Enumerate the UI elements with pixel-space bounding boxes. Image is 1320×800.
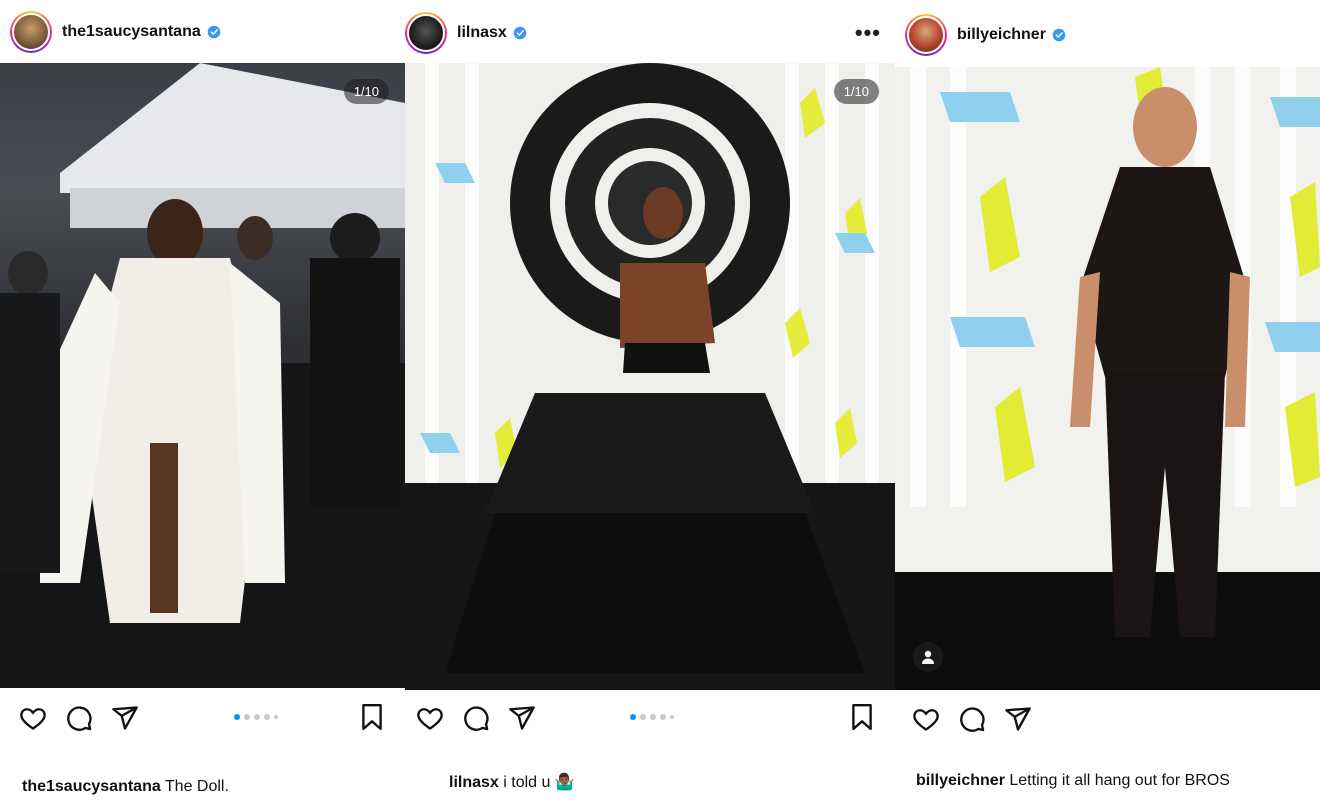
more-options-button[interactable]: ••• xyxy=(855,20,881,46)
photo-illustration xyxy=(405,63,895,690)
post-caption: billyeichner Letting it all hang out for… xyxy=(916,772,1230,790)
username[interactable]: the1saucysantana xyxy=(62,23,201,41)
carousel-dot xyxy=(244,714,250,720)
post-header: the1saucysantana xyxy=(0,8,405,56)
post-caption: the1saucysantana The Doll. xyxy=(22,778,229,796)
carousel-indicator xyxy=(630,714,674,720)
carousel-indicator xyxy=(234,714,278,720)
share-icon xyxy=(509,706,535,730)
post-actions xyxy=(895,699,1320,739)
carousel-dot xyxy=(630,714,636,720)
caption-username[interactable]: lilnasx xyxy=(449,774,499,791)
post-header: billyeichner xyxy=(895,10,1320,60)
caption-username[interactable]: the1saucysantana xyxy=(22,778,161,795)
share-button[interactable] xyxy=(507,703,537,733)
share-icon xyxy=(112,706,138,730)
post-header: lilnasx ••• xyxy=(405,8,895,58)
avatar[interactable] xyxy=(405,12,447,54)
verified-icon xyxy=(207,25,221,39)
carousel-dot xyxy=(254,714,260,720)
like-button[interactable] xyxy=(415,703,445,733)
post-image[interactable] xyxy=(895,67,1320,690)
avatar[interactable] xyxy=(10,11,52,53)
carousel-dot xyxy=(670,715,674,719)
post-image[interactable]: 1/10 xyxy=(0,63,405,688)
share-icon xyxy=(1005,707,1031,731)
post-caption: lilnasx i told u 🤷🏾‍♂️ xyxy=(449,772,575,792)
heart-icon xyxy=(20,708,46,730)
person-tag-icon xyxy=(922,650,934,664)
heart-icon xyxy=(417,708,443,730)
like-button[interactable] xyxy=(911,704,941,734)
carousel-dot xyxy=(234,714,240,720)
share-button[interactable] xyxy=(110,703,140,733)
carousel-dot xyxy=(660,714,666,720)
comment-button[interactable] xyxy=(64,703,94,733)
bookmark-icon xyxy=(852,703,872,731)
post-card-lilnasx: lilnasx ••• xyxy=(405,0,895,800)
save-button[interactable] xyxy=(359,703,385,736)
post-card-billyeichner: billyeichner billyeichner Letting it all… xyxy=(895,0,1320,800)
post-actions xyxy=(0,698,405,738)
comment-button[interactable] xyxy=(461,703,491,733)
caption-username[interactable]: billyeichner xyxy=(916,772,1005,789)
verified-icon xyxy=(1052,28,1066,42)
caption-text: The Doll. xyxy=(164,778,229,795)
carousel-dot xyxy=(274,715,278,719)
heart-icon xyxy=(913,709,939,731)
comment-icon xyxy=(67,706,92,731)
comment-icon xyxy=(960,707,985,732)
tagged-people-button[interactable] xyxy=(913,642,943,672)
carousel-counter: 1/10 xyxy=(343,79,389,104)
username[interactable]: lilnasx xyxy=(457,24,507,42)
save-button[interactable] xyxy=(849,703,875,736)
like-button[interactable] xyxy=(18,703,48,733)
username[interactable]: billyeichner xyxy=(957,26,1046,44)
post-card-the1saucysantana: the1saucysantana 1/10 the1saucysantana T… xyxy=(0,0,405,800)
verified-icon xyxy=(513,26,527,40)
post-actions xyxy=(405,698,895,738)
carousel-counter: 1/10 xyxy=(833,79,879,104)
comment-icon xyxy=(464,706,489,731)
photo-illustration xyxy=(895,67,1320,690)
share-button[interactable] xyxy=(1003,704,1033,734)
comment-button[interactable] xyxy=(957,704,987,734)
post-image[interactable]: 1/10 xyxy=(405,63,895,690)
bookmark-icon xyxy=(362,703,382,731)
caption-text: i told u 🤷🏾‍♂️ xyxy=(503,774,575,791)
carousel-dot xyxy=(640,714,646,720)
carousel-dot xyxy=(264,714,270,720)
caption-text: Letting it all hang out for BROS xyxy=(1009,772,1230,789)
avatar[interactable] xyxy=(905,14,947,56)
photo-illustration xyxy=(0,63,405,688)
carousel-dot xyxy=(650,714,656,720)
